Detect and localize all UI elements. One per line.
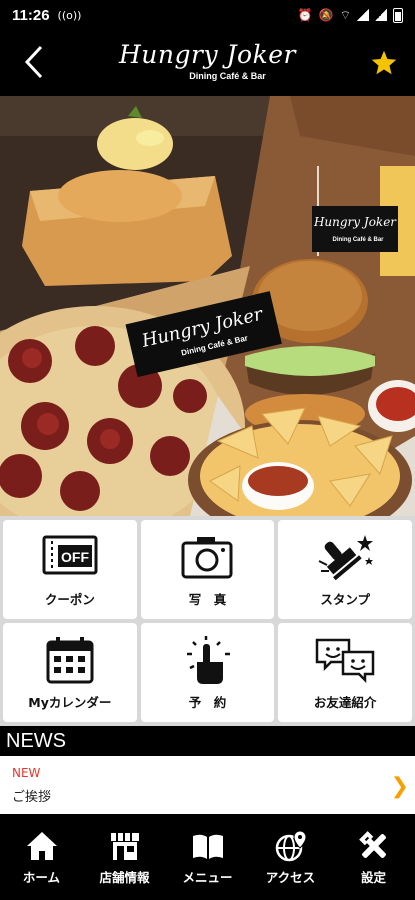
mute-icon: 🔕 [318,8,334,22]
tab-access[interactable]: アクセス [249,814,332,900]
tab-settings[interactable]: 設定 [332,814,415,900]
bottom-tab-bar: ホーム 店舗情報 メニュー アクセス 設定 [0,814,415,900]
tab-store-info-label: 店舗情報 [99,869,150,885]
tile-friend-referral-label: お友達紹介 [313,695,377,710]
cast-icon: ((o)) [57,8,82,22]
feature-grid: OFF クーポン 写 真 スタンプ Myカレンダー 予 約 お友達紹介 [0,516,415,726]
status-bar: 11:26 ((o)) ⏰ 🔕 ⌔ [0,0,415,30]
home-icon [26,831,57,860]
tile-photo-label: 写 真 [188,592,227,607]
camera-icon [181,537,233,579]
tab-home[interactable]: ホーム [0,814,83,900]
tile-calendar[interactable]: Myカレンダー [3,623,137,722]
calendar-icon [46,637,94,684]
logo-title: Hungry Joker [119,40,296,69]
access-globe-icon [275,829,307,861]
favorite-button[interactable] [367,46,401,80]
svg-text:OFF: OFF [61,549,89,565]
tile-photo[interactable]: 写 真 [140,520,275,619]
chevron-right-icon: ❯ [390,774,409,799]
star-icon [371,50,397,75]
battery-icon [393,7,403,23]
news-item-title: ご挨拶 [12,790,52,805]
news-heading: NEWS [0,726,415,756]
signal-icon-2 [375,9,387,21]
svg-text:Hungry Joker: Hungry Joker [313,215,397,229]
hero-image: Hungry Joker Dining Café & Bar Hungry Jo… [0,96,415,516]
settings-tools-icon [358,830,386,858]
tab-settings-label: 設定 [360,869,386,885]
coupon-ticket-icon: OFF [42,535,98,575]
tile-reservation-label: 予 約 [188,695,227,710]
news-list-item[interactable]: NEW ご挨拶 ❯ [0,756,415,814]
svg-text:Dining Café & Bar: Dining Café & Bar [332,237,384,243]
tile-stamp[interactable]: スタンプ [278,520,412,619]
news-new-badge: NEW [12,766,41,780]
tab-home-label: ホーム [22,869,61,885]
stamp-icon [318,535,374,581]
menu-book-icon [192,834,223,859]
store-icon [110,832,139,860]
tile-reservation[interactable]: 予 約 [140,623,275,722]
brand-logo: Hungry Joker Dining Café & Bar [0,40,415,81]
alarm-icon: ⏰ [297,8,313,22]
hero-food-collage: Hungry Joker Dining Café & Bar Hungry Jo… [0,96,415,516]
app-header: Hungry Joker Dining Café & Bar [0,30,415,96]
tab-menu[interactable]: メニュー [166,814,249,900]
tab-access-label: アクセス [265,869,316,885]
tile-coupon-label: クーポン [44,592,95,607]
logo-subtitle: Dining Café & Bar [189,71,266,81]
tile-coupon[interactable]: OFF クーポン [3,520,137,619]
tile-friend-referral[interactable]: お友達紹介 [278,623,412,722]
tab-store-info[interactable]: 店舗情報 [83,814,166,900]
wifi-icon: ⌔ [339,7,351,22]
friend-referral-icon [315,638,375,684]
status-icons: ⏰ 🔕 ⌔ [297,7,403,23]
status-time: 11:26 [12,6,50,24]
tab-menu-label: メニュー [182,869,233,885]
signal-icon [357,9,369,21]
tile-stamp-label: スタンプ [320,592,370,607]
tile-calendar-label: Myカレンダー [28,695,112,710]
reservation-hand-icon [187,636,231,684]
